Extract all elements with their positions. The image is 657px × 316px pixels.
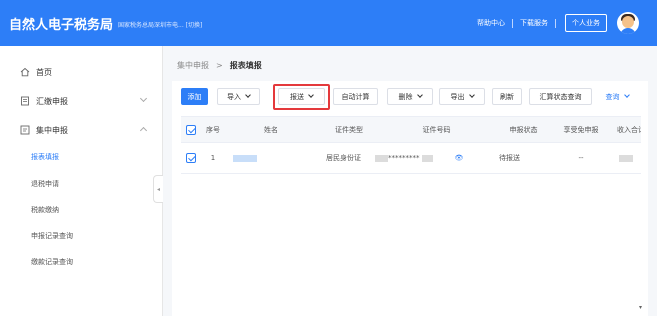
table-header: 序号 姓名 证件类型 证件号码 申报状态 享受免申报 收入合计 [181,116,641,143]
summary-status-query-button[interactable]: 汇算状态查询 [529,88,592,105]
sidebar-item-centralized-filing[interactable]: 集中申报 [0,120,162,140]
scroll-down-icon[interactable]: ▾ [639,304,642,311]
sidebar-subitem-tax-payment[interactable]: 税款缴纳 [31,202,59,218]
chevron-down-icon [468,92,475,98]
sidebar-subitem-refund-application[interactable]: 退税申请 [31,176,59,192]
query-button-label: 查询 [605,92,620,101]
table-row[interactable]: 1 居民身份证 ********* 👁 待报送 -- [181,143,641,174]
document-icon [20,96,30,106]
personal-business-button[interactable]: 个人业务 [565,14,607,32]
sidebar-item-annual-filing[interactable]: 汇缴申报 [0,91,162,111]
refresh-button[interactable]: 刷新 [492,88,522,105]
row-id-type: 居民身份证 [326,154,361,162]
top-right-menu: 帮助中心 下载服务 个人业务 [477,0,639,46]
auto-calculate-button[interactable]: 自动计算 [333,88,378,105]
delete-dropdown-button[interactable]: 删除 [387,88,433,105]
sidebar-subitem-payment-record-query[interactable]: 缴款记录查询 [31,254,73,270]
select-all-checkbox[interactable] [186,124,196,135]
redacted-id-suffix [421,154,433,162]
breadcrumb-parent[interactable]: 集中申报 [177,60,209,71]
chevron-down-icon [623,92,630,98]
report-panel: 添加 导入 报送 自动计算 删除 导出 刷新 汇算状态查询 查询 序号 姓名 证… [172,81,648,316]
eye-icon[interactable]: 👁 [455,154,464,162]
sidebar-subitem-filing-record-query[interactable]: 申报记录查询 [31,228,73,244]
toolbar: 添加 导入 报送 自动计算 删除 导出 刷新 汇算状态查询 查询 [181,84,641,110]
select-all-checkbox-cell[interactable] [181,117,201,142]
top-divider [555,18,556,28]
tax-bureau-switch[interactable]: 国家税务总局深圳市电... [切换] [118,20,202,29]
sidebar-subitem-report-filling[interactable]: 报表填报 [31,149,59,165]
page-title: 报表填报 [229,61,262,70]
column-header: 享受免申报 [563,125,599,134]
redacted-name [233,154,257,162]
chevron-down-icon [139,94,148,103]
sidebar: 首页 汇缴申报 集中申报 报表填报 退税申请 税款缴纳 申报记录查询 缴款记录查… [0,46,163,316]
column-header: 证件类型 [335,125,363,134]
top-navigation-bar: 自然人电子税务局 国家税务总局深圳市电... [切换] 帮助中心 下载服务 个人… [0,0,657,46]
column-header: 收入合计 [617,125,641,134]
help-center-link[interactable]: 帮助中心 [477,18,505,28]
breadcrumb: 集中申报 > 报表填报 [177,60,262,71]
home-icon [20,67,30,77]
row-checkbox[interactable] [186,153,196,163]
column-header: 姓名 [264,125,278,134]
import-dropdown-button[interactable]: 导入 [217,88,260,105]
row-exempt: -- [578,154,584,162]
export-dropdown-button[interactable]: 导出 [439,88,485,105]
chevron-down-icon [416,92,423,98]
highlight-box [273,84,330,110]
form-icon [20,125,30,135]
sidebar-item-label: 集中申报 [36,125,68,135]
id-number-mask: ********* [388,154,420,162]
download-service-link[interactable]: 下载服务 [520,18,548,28]
sidebar-collapse-handle[interactable]: ◂ [153,175,163,203]
app-title: 自然人电子税务局 [9,17,114,33]
column-header: 证件号码 [422,125,451,134]
row-status: 待报送 [499,154,520,162]
row-index: 1 [210,154,216,162]
main-content: 集中申报 > 报表填报 添加 导入 报送 自动计算 删除 导出 刷新 汇算状态查… [163,46,657,316]
breadcrumb-separator: > [216,61,223,70]
import-button-label: 导入 [227,92,241,101]
sidebar-item-home[interactable]: 首页 [0,62,162,82]
delete-button-label: 删除 [398,92,413,101]
query-dropdown-button[interactable]: 查询 [599,88,635,105]
auto-calculate-label: 自动计算 [341,92,370,101]
column-header: 序号 [206,125,220,134]
row-id-number: ********* 👁 [375,143,485,173]
redacted-income [619,154,633,162]
row-income-total [619,143,641,173]
column-header: 申报状态 [509,125,538,134]
top-divider [512,18,513,28]
chevron-up-icon [139,126,148,135]
add-button-label: 添加 [187,92,202,101]
avatar-face [622,16,634,28]
add-button[interactable]: 添加 [181,88,208,105]
refresh-button-label: 刷新 [500,92,514,101]
redacted-id-prefix [375,154,388,162]
avatar[interactable] [617,12,639,34]
chevron-down-icon [245,92,251,98]
sidebar-item-label: 首页 [36,67,52,77]
row-name [233,143,303,173]
summary-query-label: 汇算状态查询 [539,92,582,101]
avatar-body [620,28,636,34]
export-button-label: 导出 [450,92,465,101]
id-number-wrap: ********* 👁 [375,154,463,162]
sidebar-item-label: 汇缴申报 [36,96,68,106]
row-checkbox-cell[interactable] [181,143,201,173]
